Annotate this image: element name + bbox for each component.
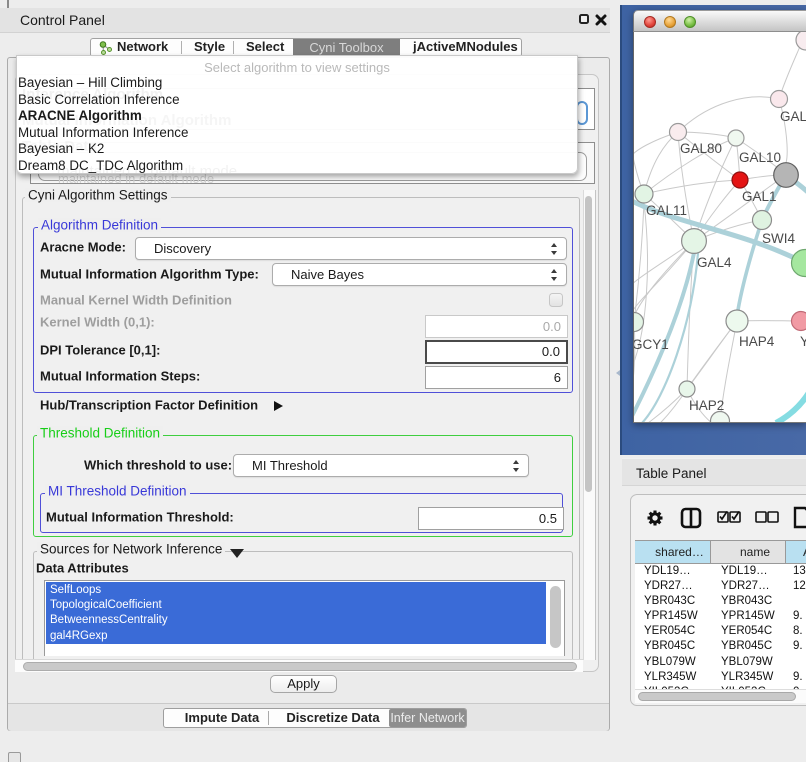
svg-text:GAL11: GAL11 <box>646 203 687 218</box>
svg-text:Y: Y <box>800 334 806 349</box>
svg-text:SWI4: SWI4 <box>762 231 795 246</box>
svg-text:HAP2: HAP2 <box>689 398 724 413</box>
svg-text:GCY1: GCY1 <box>634 337 669 352</box>
svg-text:GAL1: GAL1 <box>742 189 777 204</box>
svg-text:GAL10: GAL10 <box>739 150 781 165</box>
svg-text:GAL80: GAL80 <box>680 141 722 156</box>
svg-text:GAL4: GAL4 <box>697 255 732 270</box>
svg-text:HAP4: HAP4 <box>739 334 775 349</box>
svg-text:GAL7: GAL7 <box>780 109 806 124</box>
